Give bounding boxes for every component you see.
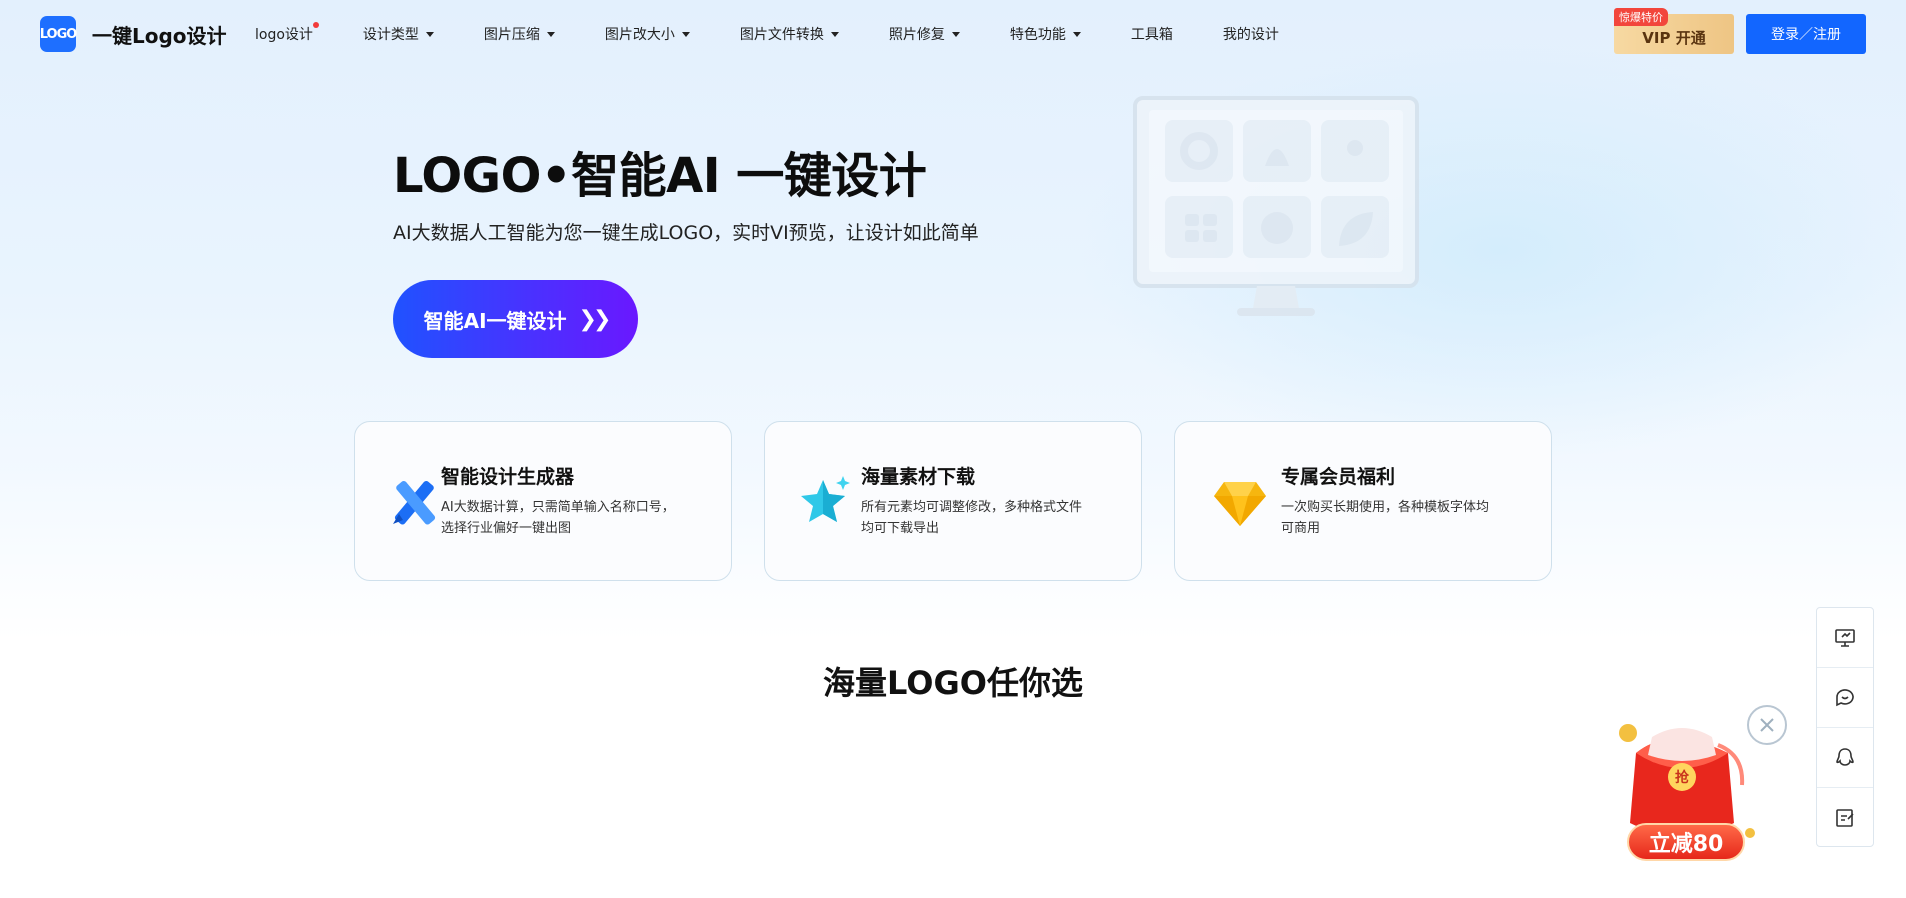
side-feedback-button[interactable] xyxy=(1817,788,1873,848)
nav-item-photo-repair[interactable]: 照片修复 xyxy=(889,24,960,44)
nav-item-label: 设计类型 xyxy=(362,27,419,43)
nav-item-label: logo设计 xyxy=(255,27,313,43)
feature-title: 智能设计生成器 xyxy=(441,466,575,488)
nav-item-design-type[interactable]: 设计类型 xyxy=(363,24,434,44)
top-header: LOGO 一键Logo设计 logo设计 设计类型 图片压缩 图片改大小 图片文… xyxy=(0,0,1906,68)
side-toolbar xyxy=(1816,607,1874,847)
vip-deal-badge: 惊爆特价 xyxy=(1614,8,1668,26)
nav-item-label: 图片压缩 xyxy=(483,27,540,43)
pencil-ruler-icon xyxy=(393,480,436,525)
nav-item-file-convert[interactable]: 图片文件转换 xyxy=(740,24,839,44)
promo-badge: 抢 xyxy=(1675,769,1690,786)
nav-item-image-resize[interactable]: 图片改大小 xyxy=(605,24,690,44)
side-chat-button[interactable] xyxy=(1817,668,1873,728)
nav-item-logo-design[interactable]: logo设计 xyxy=(255,22,319,44)
nav-item-label: 照片修复 xyxy=(888,27,945,43)
ai-design-button[interactable]: 智能AI一键设计 ❯❯ xyxy=(393,280,638,358)
feature-card-material-download[interactable]: 海量素材下载 所有元素均可调整修改，多种格式文件 均可下载导出 xyxy=(764,421,1142,581)
feature-title: 海量素材下载 xyxy=(861,466,976,488)
login-register-button[interactable]: 登录／注册 xyxy=(1746,14,1866,54)
caret-down-icon xyxy=(425,31,434,37)
monitor-icon xyxy=(1835,628,1855,647)
side-qq-button[interactable] xyxy=(1817,728,1873,788)
feature-title: 专属会员福利 xyxy=(1281,466,1396,488)
caret-down-icon xyxy=(951,31,960,37)
side-monitor-button[interactable] xyxy=(1817,608,1873,668)
nav-item-label: 工具箱 xyxy=(1130,27,1173,43)
nav-item-label: 图片改大小 xyxy=(604,27,675,43)
monitor-illustration-icon xyxy=(1133,96,1419,316)
nav-item-label: 我的设计 xyxy=(1222,27,1279,43)
caret-down-icon xyxy=(1072,31,1081,37)
promo-discount-label[interactable]: 立减80 xyxy=(1627,823,1745,861)
section-title: 海量LOGO任你选 xyxy=(823,664,1083,702)
caret-down-icon xyxy=(830,31,839,37)
nav-item-image-compress[interactable]: 图片压缩 xyxy=(484,24,555,44)
star-icon xyxy=(801,476,850,522)
brand-logo[interactable]: LOGO 一键Logo设计 xyxy=(40,16,227,52)
diamond-icon xyxy=(1214,482,1266,526)
close-icon xyxy=(1760,718,1774,732)
feature-desc: 一次购买长期使用，各种模板字体均 可商用 xyxy=(1281,500,1490,536)
nav-item-label: 图片文件转换 xyxy=(739,27,824,43)
caret-down-icon xyxy=(546,31,555,37)
brand-name: 一键Logo设计 xyxy=(92,23,227,48)
hero-subtitle: AI大数据人工智能为您一键生成LOGO，实时VI预览，让设计如此简单 xyxy=(393,222,979,244)
vip-label: VIP 开通 xyxy=(1642,28,1706,47)
vip-open-button[interactable]: 惊爆特价 VIP 开通 xyxy=(1614,8,1734,54)
chat-heart-icon xyxy=(1836,688,1854,706)
qq-penguin-icon xyxy=(1836,747,1854,766)
feature-card-smart-generator[interactable]: 智能设计生成器 AI大数据计算，只需简单输入名称口号， 选择行业偏好一键出图 xyxy=(354,421,732,581)
caret-down-icon xyxy=(681,31,690,37)
nav-item-my-designs[interactable]: 我的设计 xyxy=(1223,24,1279,44)
double-chevron-right-icon: ❯❯ xyxy=(578,306,612,332)
nav-item-toolbox[interactable]: 工具箱 xyxy=(1131,24,1173,44)
nav-item-label: 特色功能 xyxy=(1009,27,1066,43)
feature-desc: AI大数据计算，只需简单输入名称口号， 选择行业偏好一键出图 xyxy=(441,500,675,536)
logo-mark-icon: LOGO xyxy=(40,16,77,52)
promo-close-button[interactable] xyxy=(1747,705,1787,745)
ai-design-button-label: 智能AI一键设计 xyxy=(423,308,567,333)
hero-title: LOGO•智能AI 一键设计 xyxy=(393,148,927,204)
new-dot-icon xyxy=(312,22,319,28)
nav-item-special-features[interactable]: 特色功能 xyxy=(1010,24,1081,44)
feature-desc: 所有元素均可调整修改，多种格式文件 均可下载导出 xyxy=(861,500,1083,536)
feature-card-member-benefits[interactable]: 专属会员福利 一次购买长期使用，各种模板字体均 可商用 xyxy=(1174,421,1552,581)
edit-note-icon xyxy=(1836,809,1854,827)
main-nav: logo设计 设计类型 图片压缩 图片改大小 图片文件转换 照片修复 特色功能 xyxy=(255,22,1329,44)
